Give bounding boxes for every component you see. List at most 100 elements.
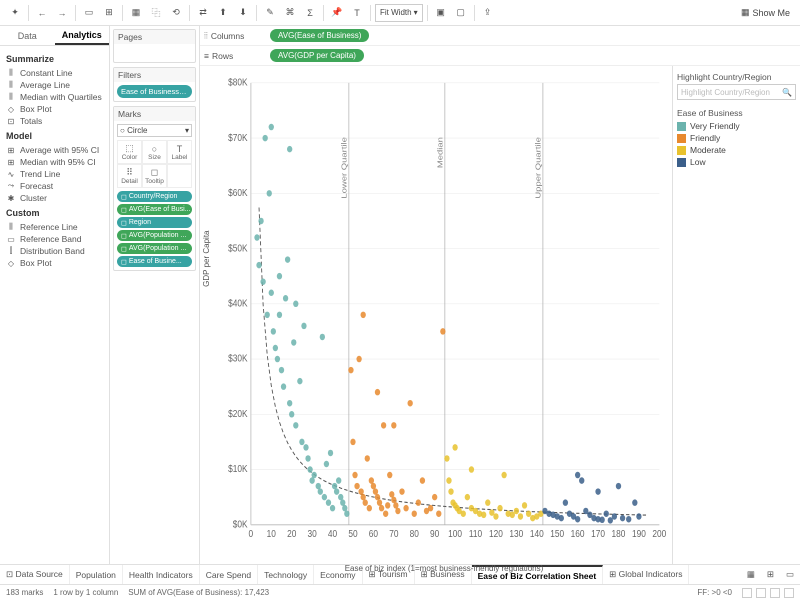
save-icon[interactable]: ▭	[80, 4, 98, 22]
sort-asc-icon[interactable]: ⬆	[214, 4, 232, 22]
fit-dropdown[interactable]: Fit Width▾	[375, 4, 423, 22]
totals-icon[interactable]: Σ	[301, 4, 319, 22]
svg-text:170: 170	[591, 528, 605, 539]
marks-label[interactable]: TLabel	[167, 140, 192, 164]
analytics-item[interactable]: ⫿Distribution Band	[6, 245, 103, 257]
analytics-item[interactable]: ⊡Totals	[6, 115, 103, 127]
forward-icon[interactable]: →	[53, 4, 71, 22]
mark-pill[interactable]: ◻AVG(Population ...	[117, 243, 192, 254]
sidebar-tab-data[interactable]: Data	[0, 26, 55, 45]
x-axis-title: Ease of biz index (1=most business-frien…	[222, 562, 666, 579]
svg-text:0: 0	[249, 528, 254, 539]
analytics-item[interactable]: ▭Reference Band	[6, 233, 103, 245]
pill-icon: ◻	[121, 219, 127, 227]
columns-shelf[interactable]: ⦙⦙Columns AVG(Ease of Business)	[200, 26, 800, 46]
pin-icon[interactable]: 📌	[328, 4, 346, 22]
rows-pill[interactable]: AVG(GDP per Capita)	[270, 49, 364, 62]
marks-card: Marks ○ Circle▾ ⬚Color ○Size TLabel ⠿Det…	[113, 106, 196, 271]
analytics-item[interactable]: ⊞Average with 95% CI	[6, 144, 103, 156]
marks-tooltip[interactable]: ◻Tooltip	[142, 164, 167, 188]
mark-pill[interactable]: ◻AVG(Ease of Busi...	[117, 204, 192, 215]
chart-viz[interactable]: GDP per Capita $0K$10K$20K$30K$40K$50K$6…	[200, 66, 672, 564]
sheet-tab[interactable]: Population	[70, 565, 123, 584]
analytics-item-icon: ◇	[6, 105, 16, 113]
status-view-icon[interactable]	[770, 588, 780, 598]
filter-pill-ease[interactable]: Ease of Business (cl...	[117, 85, 192, 98]
svg-text:150: 150	[550, 528, 564, 539]
legend-item[interactable]: Moderate	[677, 144, 796, 156]
new-worksheet-icon[interactable]: ▦	[127, 4, 145, 22]
new-data-icon[interactable]: ⊞	[100, 4, 118, 22]
new-dashboard-tab-icon[interactable]: ⊞	[761, 565, 780, 584]
analytics-item[interactable]: ◇Box Plot	[6, 103, 103, 115]
marks-type-dropdown[interactable]: ○ Circle▾	[117, 124, 192, 137]
status-view-icon[interactable]	[742, 588, 752, 598]
svg-text:70: 70	[389, 528, 398, 539]
status-rowcol: 1 row by 1 column	[53, 588, 118, 597]
swap-icon[interactable]: ⇄	[194, 4, 212, 22]
sidebar-tab-analytics[interactable]: Analytics	[55, 26, 110, 45]
presentation-icon[interactable]: ▢	[452, 4, 470, 22]
duplicate-icon[interactable]: ⿻	[147, 4, 165, 22]
mark-pill[interactable]: ◻Ease of Busine...	[117, 256, 192, 267]
back-icon[interactable]: ←	[33, 4, 51, 22]
rows-shelf[interactable]: ≡Rows AVG(GDP per Capita)	[200, 46, 800, 66]
analytics-item-icon: ⫿	[6, 247, 16, 255]
analytics-item[interactable]: ⊞Median with 95% CI	[6, 156, 103, 168]
svg-text:110: 110	[469, 528, 482, 539]
legend-item[interactable]: Low	[677, 156, 796, 168]
tableau-logo-icon[interactable]: ✦	[6, 4, 24, 22]
svg-text:Upper Quartile: Upper Quartile	[534, 137, 543, 199]
legend-item[interactable]: Friendly	[677, 132, 796, 144]
analytics-item[interactable]: ◇Box Plot	[6, 257, 103, 269]
legend-item[interactable]: Very Friendly	[677, 120, 796, 132]
sheet-tab[interactable]: Health Indicators	[123, 565, 200, 584]
section-head-summarize: Summarize	[6, 54, 103, 64]
mark-pill[interactable]: ◻AVG(Population ...	[117, 230, 192, 241]
marks-size[interactable]: ○Size	[142, 140, 167, 164]
analytics-item-icon: ⫼	[6, 93, 16, 101]
showme-icon: ▦	[741, 7, 750, 18]
analytics-item[interactable]: ∿Trend Line	[6, 168, 103, 180]
new-story-tab-icon[interactable]: ▭	[780, 565, 800, 584]
cards-icon[interactable]: ▣	[432, 4, 450, 22]
svg-text:$10K: $10K	[228, 463, 248, 474]
highlight-icon[interactable]: ✎	[261, 4, 279, 22]
svg-text:$0K: $0K	[233, 519, 249, 530]
sort-desc-icon[interactable]: ⬇	[234, 4, 252, 22]
status-marks: 183 marks	[6, 588, 43, 597]
columns-pill[interactable]: AVG(Ease of Business)	[270, 29, 369, 42]
svg-text:$40K: $40K	[228, 298, 248, 309]
analytics-item-icon: ⫼	[6, 69, 16, 77]
analytics-item[interactable]: ⫼Average Line	[6, 79, 103, 91]
highlight-search-input[interactable]: Highlight Country/Region 🔍	[677, 84, 796, 100]
analytics-item-icon: ⫼	[6, 223, 16, 231]
marks-detail[interactable]: ⠿Detail	[117, 164, 142, 188]
svg-text:$70K: $70K	[228, 132, 248, 143]
app-window: ✦ ← → ▭ ⊞ ▦ ⿻ ⟲ ⇄ ⬆ ⬇ ✎ ⌘ Σ 📌 T Fit Widt…	[0, 0, 800, 600]
analytics-item[interactable]: ⫼Reference Line	[6, 221, 103, 233]
analytics-item[interactable]: ⫼Constant Line	[6, 67, 103, 79]
search-icon: 🔍	[782, 88, 792, 97]
showme-button[interactable]: ▦ Show Me	[737, 5, 794, 20]
sheet-tab[interactable]: ⊡ Data Source	[0, 565, 70, 584]
analytics-item[interactable]: ⤳Forecast	[6, 180, 103, 192]
status-view-icon[interactable]	[756, 588, 766, 598]
group-icon[interactable]: ⌘	[281, 4, 299, 22]
analytics-item[interactable]: ⫼Median with Quartiles	[6, 91, 103, 103]
status-view-icon[interactable]	[784, 588, 794, 598]
cards-column: Pages Filters Ease of Business (cl... Ma…	[110, 26, 200, 564]
analytics-item[interactable]: ✱Cluster	[6, 192, 103, 204]
marks-color[interactable]: ⬚Color	[117, 140, 142, 164]
label-icon[interactable]: T	[348, 4, 366, 22]
section-head-model: Model	[6, 131, 103, 141]
highlight-card-head: Highlight Country/Region	[677, 70, 796, 84]
mark-pill[interactable]: ◻Region	[117, 217, 192, 228]
new-worksheet-tab-icon[interactable]: ▦	[741, 565, 761, 584]
mark-pill[interactable]: ◻Country/Region	[117, 191, 192, 202]
share-icon[interactable]: ⇪	[479, 4, 497, 22]
status-bar: 183 marks 1 row by 1 column SUM of AVG(E…	[0, 584, 800, 600]
clear-icon[interactable]: ⟲	[167, 4, 185, 22]
status-sum: SUM of AVG(Ease of Business): 17,423	[128, 588, 269, 597]
svg-text:100: 100	[448, 528, 462, 539]
